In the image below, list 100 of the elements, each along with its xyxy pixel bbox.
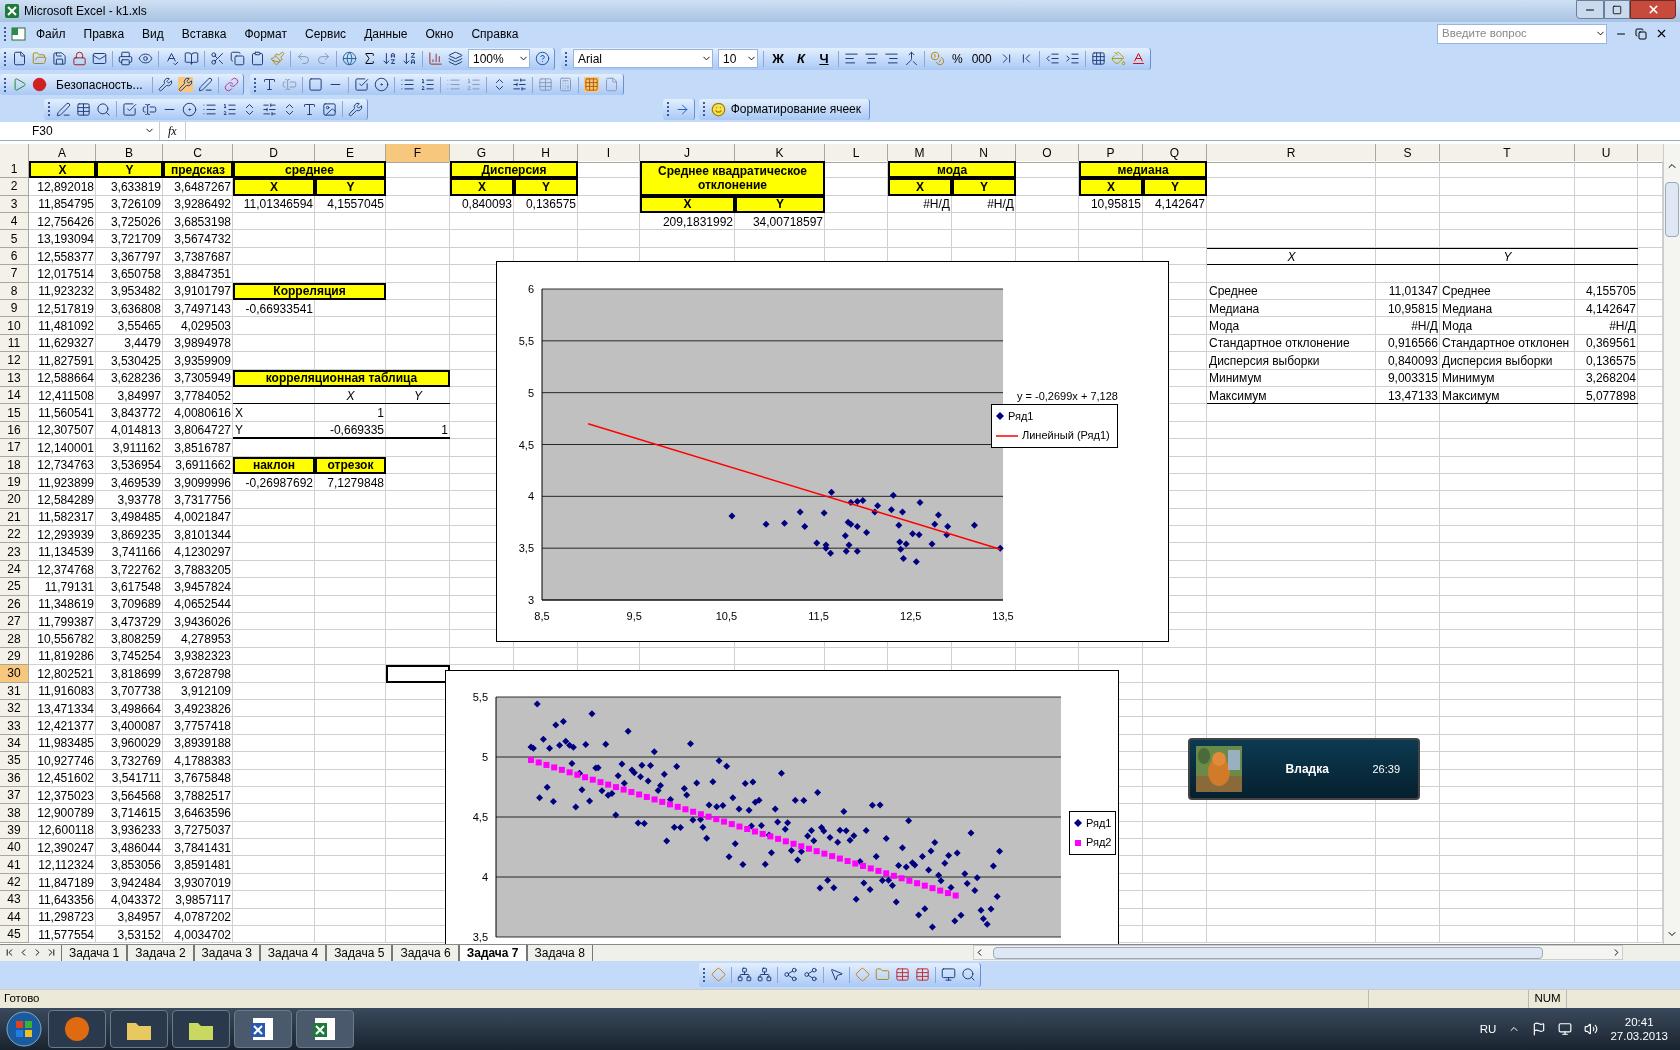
edit-icon[interactable] bbox=[197, 77, 213, 93]
open-folder-icon[interactable] bbox=[32, 51, 47, 67]
sheet-tab[interactable]: Задача 3 bbox=[193, 944, 260, 961]
combo-box-icon[interactable] bbox=[419, 77, 435, 93]
arrow-right-icon[interactable] bbox=[674, 101, 690, 117]
merge-cells-icon[interactable] bbox=[904, 51, 919, 67]
radio-button-icon[interactable] bbox=[373, 77, 389, 93]
horizontal-scrollbar[interactable] bbox=[972, 945, 1623, 961]
row-header[interactable]: 28 bbox=[0, 630, 29, 648]
last-sheet-icon[interactable] bbox=[46, 947, 57, 959]
menu-item[interactable]: Вставка bbox=[172, 24, 236, 43]
spreadsheet-icon[interactable] bbox=[296, 1010, 354, 1049]
row-header[interactable]: 27 bbox=[0, 613, 29, 631]
chart-icon[interactable] bbox=[428, 51, 443, 67]
decrease-indent-icon[interactable] bbox=[1044, 51, 1060, 67]
menu-item[interactable]: Данные bbox=[355, 24, 417, 43]
column-header[interactable]: T bbox=[1440, 143, 1575, 163]
spelling-icon[interactable] bbox=[164, 51, 179, 67]
option-button-icon[interactable] bbox=[182, 101, 197, 117]
new-document-icon[interactable] bbox=[12, 51, 27, 67]
clock-time[interactable]: 20:41 bbox=[1624, 1015, 1654, 1030]
help-icon[interactable] bbox=[535, 51, 550, 67]
file-manager-icon[interactable] bbox=[110, 1010, 168, 1049]
sheet-tab[interactable]: Задача 4 bbox=[259, 944, 327, 961]
row-header[interactable]: 30 bbox=[0, 665, 29, 683]
menu-item[interactable]: Сервис bbox=[296, 24, 356, 43]
tools-icon[interactable] bbox=[157, 77, 173, 93]
start-button[interactable] bbox=[4, 1009, 44, 1050]
function-label[interactable]: fx bbox=[160, 121, 185, 140]
restore-workbook-icon[interactable] bbox=[1635, 27, 1647, 40]
font-dropdown[interactable]: Arial bbox=[573, 49, 713, 69]
row-header[interactable]: 5 bbox=[0, 230, 29, 248]
borders-icon[interactable] bbox=[1090, 51, 1106, 67]
row-header[interactable]: 17 bbox=[0, 439, 29, 457]
list-box-icon[interactable] bbox=[399, 77, 415, 93]
column-header[interactable]: F bbox=[386, 143, 450, 163]
font-color-icon[interactable] bbox=[1130, 51, 1146, 67]
text-field-icon[interactable] bbox=[281, 77, 297, 93]
sheet-tab[interactable]: Задача 2 bbox=[127, 944, 194, 961]
row-header[interactable]: 4 bbox=[0, 213, 29, 231]
sheet-tab[interactable]: Задача 6 bbox=[392, 944, 459, 961]
paste-icon[interactable] bbox=[250, 51, 265, 67]
menu-item[interactable]: Формат bbox=[235, 24, 297, 43]
sort-descending-icon[interactable] bbox=[402, 51, 417, 67]
run-macro-icon[interactable] bbox=[12, 77, 27, 93]
autosum-icon[interactable] bbox=[362, 51, 377, 67]
column-header[interactable]: S bbox=[1376, 143, 1440, 163]
image-icon[interactable] bbox=[322, 101, 337, 117]
volume-icon[interactable] bbox=[1584, 1022, 1599, 1037]
combo-box-icon[interactable] bbox=[222, 101, 237, 117]
increase-indent-icon[interactable] bbox=[1064, 51, 1080, 67]
edit-control-icon[interactable] bbox=[56, 101, 71, 117]
format-button[interactable]: Ж bbox=[769, 49, 787, 69]
row-header[interactable]: 15 bbox=[0, 404, 29, 422]
row-header[interactable]: 38 bbox=[0, 804, 29, 822]
action-center-icon[interactable] bbox=[1532, 1022, 1547, 1037]
first-sheet-icon[interactable] bbox=[4, 947, 15, 959]
column-header[interactable]: I bbox=[578, 143, 640, 163]
folder-icon[interactable] bbox=[172, 1010, 230, 1049]
scrollbar-thumb[interactable] bbox=[992, 946, 1543, 959]
format-button[interactable]: Ч bbox=[815, 49, 833, 69]
row-header[interactable]: 20 bbox=[0, 491, 29, 509]
align-left-icon[interactable] bbox=[844, 51, 859, 67]
cut-icon[interactable] bbox=[210, 51, 225, 67]
number-format-button[interactable]: % bbox=[950, 49, 965, 68]
copy-icon[interactable] bbox=[230, 51, 245, 67]
align-center-icon[interactable] bbox=[864, 51, 879, 67]
column-header[interactable]: U bbox=[1575, 143, 1638, 163]
maximize-button[interactable] bbox=[1604, 0, 1630, 19]
link-icon[interactable] bbox=[223, 77, 239, 93]
save-icon[interactable] bbox=[52, 51, 67, 67]
menu-item[interactable]: Окно bbox=[416, 24, 463, 43]
column-header[interactable]: L bbox=[825, 143, 888, 163]
checkbox-icon[interactable] bbox=[122, 101, 137, 117]
row-header[interactable]: 43 bbox=[0, 891, 29, 909]
zoom-dropdown[interactable]: 100% bbox=[468, 49, 530, 69]
hyperlink-icon[interactable] bbox=[342, 51, 357, 67]
menu-item[interactable]: Правка bbox=[74, 24, 134, 43]
menu-item[interactable]: Вид bbox=[133, 24, 173, 43]
vertical-scrollbar[interactable] bbox=[1663, 143, 1680, 944]
text-box-icon[interactable] bbox=[142, 101, 157, 117]
menu-item[interactable]: Справка bbox=[462, 24, 528, 43]
row-header[interactable]: 25 bbox=[0, 578, 29, 596]
close-icon[interactable] bbox=[1646, 3, 1660, 16]
row-header[interactable]: 41 bbox=[0, 856, 29, 874]
name-box[interactable]: F30 bbox=[0, 121, 160, 140]
row-header[interactable]: 7 bbox=[0, 265, 29, 283]
row-header[interactable]: 12 bbox=[0, 352, 29, 370]
record-icon[interactable] bbox=[32, 77, 47, 93]
checkbox-icon[interactable] bbox=[353, 77, 369, 93]
group-box-icon[interactable] bbox=[307, 77, 323, 93]
fill-color-icon[interactable] bbox=[1110, 51, 1126, 67]
row-header[interactable]: 33 bbox=[0, 717, 29, 735]
sort-ascending-icon[interactable] bbox=[382, 51, 397, 67]
align-right-icon[interactable] bbox=[884, 51, 899, 67]
number-format-button[interactable]: 000 bbox=[969, 49, 994, 68]
print-icon[interactable] bbox=[118, 51, 133, 67]
column-header[interactable]: O bbox=[1016, 143, 1079, 163]
browser-icon[interactable] bbox=[48, 1010, 106, 1049]
row-header[interactable]: 22 bbox=[0, 526, 29, 544]
